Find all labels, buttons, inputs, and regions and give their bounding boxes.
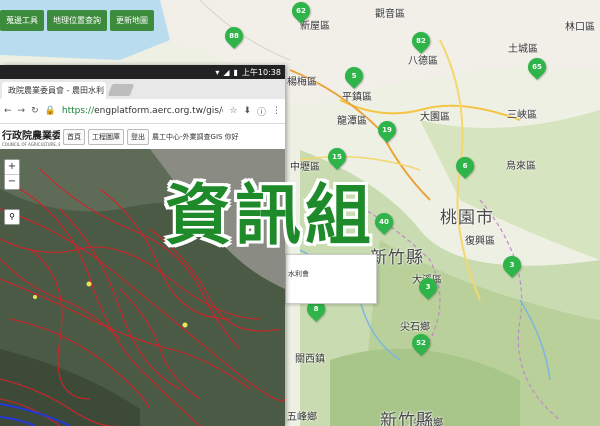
browser-urlbar: ← → ↻ 🔒 https://engplatform.aerc.org.tw/…	[0, 99, 285, 124]
url-field[interactable]: https://engplatform.aerc.org.tw/gis/gis_…	[62, 106, 224, 116]
map-pin[interactable]: 3	[415, 274, 441, 300]
back-icon[interactable]: ←	[4, 106, 12, 116]
map-label: 復興區	[465, 236, 495, 247]
download-icon[interactable]: ⬇	[243, 106, 251, 116]
map-label: 尖石鄉	[400, 322, 430, 333]
status-bar: ▾ ◢ ▮ 上午10:38	[0, 65, 285, 79]
map-pin[interactable]: 40	[371, 209, 397, 235]
map-region-label: 新竹縣	[380, 411, 434, 426]
watermark-title: 資訊組	[165, 177, 375, 254]
popup-text: 水利會	[288, 270, 309, 278]
map-pin[interactable]: 6	[452, 153, 478, 179]
map-label: 五峰鄉	[287, 412, 317, 423]
map-label: 觀音區	[375, 9, 405, 20]
menu-icon[interactable]: ⋮	[272, 106, 281, 116]
map-toolbar: 蒐邊工具 地理位置查詢 更新地圖	[0, 10, 154, 31]
forward-icon[interactable]: →	[18, 106, 26, 116]
location-search-button[interactable]: 地理位置查詢	[47, 10, 107, 31]
map-pin[interactable]: 5	[341, 63, 367, 89]
logout-button[interactable]: 登出	[127, 129, 149, 145]
site-logo: 行政院農業委員會 COUNCIL OF AGRICULTURE, EXECUTI…	[2, 131, 60, 147]
map-label: 烏來區	[506, 161, 536, 172]
map-label: 楊梅區	[287, 77, 317, 88]
site-header: 行政院農業委員會 COUNCIL OF AGRICULTURE, EXECUTI…	[0, 124, 285, 151]
gallery-button[interactable]: 工程圖庫	[88, 129, 124, 145]
zoom-out-button[interactable]: −	[5, 174, 19, 189]
reload-icon[interactable]: ↻	[31, 106, 39, 116]
zoom-control: + −	[4, 159, 20, 190]
browser-tab[interactable]: 政院農業委員會 - 農田水利	[2, 82, 106, 99]
map-pin[interactable]: 52	[408, 330, 434, 356]
map-label: 三峽區	[507, 110, 537, 121]
map-label: 大園區	[420, 112, 450, 123]
wifi-icon: ▾	[215, 67, 220, 77]
map-pin[interactable]: 3	[499, 252, 525, 278]
map-pin[interactable]: 88	[221, 23, 247, 49]
map-label: 關西鎮	[295, 354, 325, 365]
greeting-text: 農工中心-外業調查GIS 你好	[152, 133, 239, 141]
map-label: 土城區	[508, 44, 538, 55]
map-popup[interactable]: 水利會	[285, 254, 377, 304]
map-region-label: 桃園市	[440, 208, 494, 228]
map-label: 八德區	[408, 56, 438, 67]
status-time: 上午10:38	[241, 67, 281, 77]
map-pin[interactable]: 19	[374, 117, 400, 143]
info-icon[interactable]: ⓘ	[257, 105, 266, 118]
map-label: 平鎮區	[342, 92, 372, 103]
new-tab-button[interactable]	[107, 84, 135, 96]
signal-icon: ◢	[223, 67, 230, 77]
star-icon[interactable]: ☆	[229, 106, 237, 116]
zoom-in-button[interactable]: +	[5, 160, 19, 174]
edge-tool-button[interactable]: 蒐邊工具	[0, 10, 44, 31]
map-pin[interactable]: 82	[408, 28, 434, 54]
map-label: 龍潭區	[337, 116, 367, 127]
battery-icon: ▮	[233, 67, 238, 77]
lock-icon: 🔒	[44, 106, 56, 116]
refresh-map-button[interactable]: 更新地圖	[110, 10, 154, 31]
browser-tabbar: 政院農業委員會 - 農田水利	[0, 79, 285, 99]
map-pin[interactable]: 65	[524, 54, 550, 80]
map-label: 林口區	[565, 22, 595, 33]
home-button[interactable]: 首頁	[63, 129, 85, 145]
map-region-label: 新竹縣	[370, 248, 424, 268]
locate-icon[interactable]: ⚲	[4, 209, 20, 225]
